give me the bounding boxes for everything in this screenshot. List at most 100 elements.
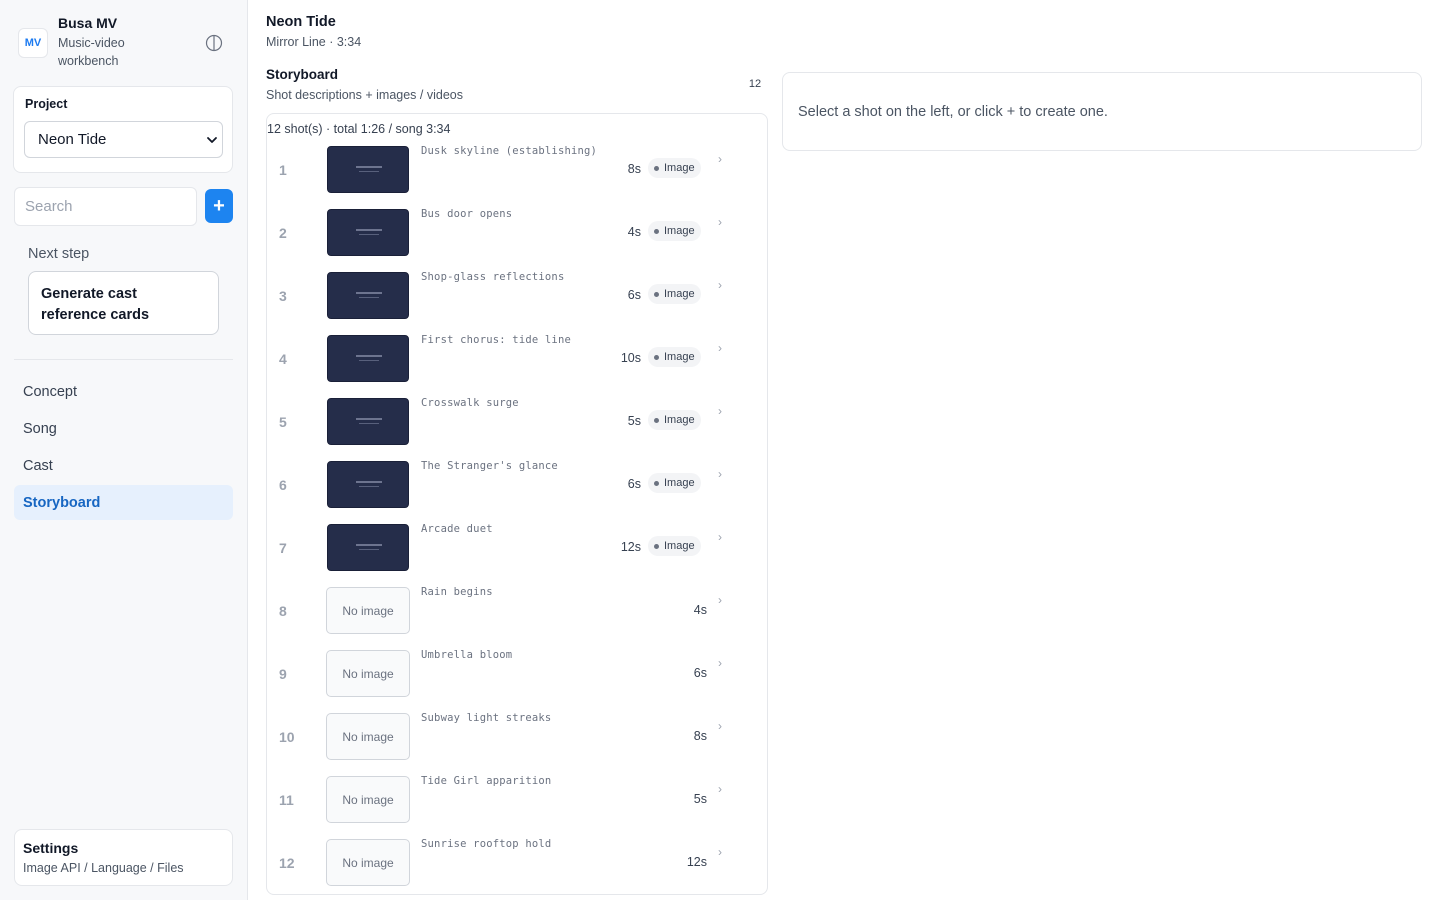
sidebar-divider xyxy=(14,359,233,360)
shot-duration: 10s xyxy=(620,351,641,365)
shot-description: Shop-glass reflections xyxy=(421,271,565,283)
shot-type-badge: Image xyxy=(648,536,701,556)
settings-title: Settings xyxy=(23,840,79,856)
shot-duration: 6s xyxy=(693,666,707,680)
shot-description: Umbrella bloom xyxy=(421,649,513,661)
shot-type-badge: Image xyxy=(648,473,701,493)
shot-row[interactable]: 7 Arcade duet 12s Image › xyxy=(267,516,767,579)
empty-state-message: Select a shot on the left, or click + to… xyxy=(798,104,1108,120)
shot-description: Crosswalk surge xyxy=(421,397,519,409)
brand-logo: MV xyxy=(18,28,48,58)
shot-type-badge: Image xyxy=(648,221,701,241)
brand-header: MV Busa MV Music-video workbench xyxy=(18,14,233,70)
shot-duration: 6s xyxy=(627,288,641,302)
project-label: Project xyxy=(25,97,68,111)
nav-item-storyboard[interactable]: Storyboard xyxy=(14,485,233,520)
shot-thumbnail xyxy=(327,398,409,445)
shot-row[interactable]: 8 No image Rain begins 4s › xyxy=(267,579,767,642)
shot-description: Subway light streaks xyxy=(421,712,552,724)
settings-button[interactable]: Settings Image API / Language / Files xyxy=(14,829,233,886)
shot-description: Bus door opens xyxy=(421,208,513,220)
shot-thumbnail xyxy=(327,524,409,571)
shot-number: 1 xyxy=(279,161,287,178)
shot-row[interactable]: 2 Bus door opens 4s Image › xyxy=(267,201,767,264)
shot-number: 11 xyxy=(279,791,294,808)
chevron-right-icon: › xyxy=(718,278,722,292)
add-shot-button[interactable]: + xyxy=(205,189,233,223)
shot-description: Rain begins xyxy=(421,586,493,598)
shot-description: Tide Girl apparition xyxy=(421,775,552,787)
shot-row[interactable]: 5 Crosswalk surge 5s Image › xyxy=(267,390,767,453)
shot-duration: 6s xyxy=(627,477,641,491)
shot-row[interactable]: 3 Shop-glass reflections 6s Image › xyxy=(267,264,767,327)
nav-item-cast[interactable]: Cast xyxy=(14,448,233,483)
shot-row[interactable]: 6 The Stranger's glance 6s Image › xyxy=(267,453,767,516)
chevron-right-icon: › xyxy=(718,782,722,796)
app-name: Busa MV xyxy=(58,15,118,31)
song-subtitle: Mirror Line · 3:34 xyxy=(266,35,362,49)
shot-number: 9 xyxy=(279,665,287,682)
half-circle-icon[interactable] xyxy=(205,34,223,52)
settings-subtitle: Image API / Language / Files xyxy=(23,861,184,875)
shot-thumbnail xyxy=(327,461,409,508)
shot-row[interactable]: 9 No image Umbrella bloom 6s › xyxy=(267,642,767,705)
shot-row[interactable]: 11 No image Tide Girl apparition 5s › xyxy=(267,768,767,831)
chevron-right-icon: › xyxy=(718,656,722,670)
shot-row[interactable]: 12 No image Sunrise rooftop hold 12s › xyxy=(267,831,767,894)
no-image-placeholder: No image xyxy=(326,776,410,823)
no-image-placeholder: No image xyxy=(326,713,410,760)
next-step-button[interactable]: Generate cast reference cards xyxy=(28,271,219,335)
next-step-label: Next step xyxy=(28,246,90,262)
shot-number: 6 xyxy=(279,476,287,493)
shot-thumbnail xyxy=(327,209,409,256)
shot-duration: 5s xyxy=(693,792,707,806)
shot-duration: 8s xyxy=(693,729,707,743)
shot-row[interactable]: 1 Dusk skyline (establishing) 8s Image › xyxy=(267,138,767,201)
chevron-right-icon: › xyxy=(718,845,722,859)
chevron-right-icon: › xyxy=(718,719,722,733)
shot-number: 3 xyxy=(279,287,287,304)
chevron-right-icon: › xyxy=(718,152,722,166)
shot-thumbnail xyxy=(327,146,409,193)
chevron-right-icon: › xyxy=(718,530,722,544)
chevron-right-icon: › xyxy=(718,215,722,229)
section-title: Storyboard xyxy=(266,67,339,82)
project-card: Project Neon Tide xyxy=(13,86,233,173)
no-image-placeholder: No image xyxy=(326,839,410,886)
shot-duration: 4s xyxy=(627,225,641,239)
chevron-down-icon xyxy=(207,137,217,143)
shot-number: 12 xyxy=(279,854,295,871)
song-title: Neon Tide xyxy=(266,14,336,30)
shot-number: 7 xyxy=(279,539,287,556)
shot-list: 12 shot(s) · total 1:26 / song 3:34 1 Dus… xyxy=(266,113,768,895)
shot-row[interactable]: 4 First chorus: tide line 10s Image › xyxy=(267,327,767,390)
chevron-right-icon: › xyxy=(718,593,722,607)
shot-description: The Stranger's glance xyxy=(421,460,558,472)
shot-row[interactable]: 10 No image Subway light streaks 8s › xyxy=(267,705,767,768)
search-input[interactable] xyxy=(14,187,197,226)
shot-description: First chorus: tide line xyxy=(421,334,571,346)
shot-type-badge: Image xyxy=(648,347,701,367)
shot-detail-panel: Select a shot on the left, or click + to… xyxy=(782,72,1422,151)
chevron-right-icon: › xyxy=(718,467,722,481)
nav-item-concept[interactable]: Concept xyxy=(14,374,233,409)
shot-duration: 4s xyxy=(693,603,707,617)
shot-summary: 12 shot(s) · total 1:26 / song 3:34 xyxy=(267,122,451,136)
shot-number: 2 xyxy=(279,224,287,241)
project-select-value: Neon Tide xyxy=(38,131,107,148)
app-subtitle: Music-video workbench xyxy=(58,36,125,68)
shot-number: 4 xyxy=(279,350,287,367)
shot-number: 5 xyxy=(279,413,287,430)
shot-type-badge: Image xyxy=(648,410,701,430)
chevron-right-icon: › xyxy=(718,341,722,355)
shot-description: Dusk skyline (establishing) xyxy=(421,145,598,157)
shot-thumbnail xyxy=(327,272,409,319)
nav-item-song[interactable]: Song xyxy=(14,411,233,446)
shot-type-badge: Image xyxy=(648,158,701,178)
shot-duration: 12s xyxy=(620,540,641,554)
shot-count-badge: 12 xyxy=(748,78,762,90)
shot-description: Arcade duet xyxy=(421,523,493,535)
no-image-placeholder: No image xyxy=(326,650,410,697)
project-select[interactable]: Neon Tide xyxy=(24,121,223,158)
shot-duration: 5s xyxy=(627,414,641,428)
